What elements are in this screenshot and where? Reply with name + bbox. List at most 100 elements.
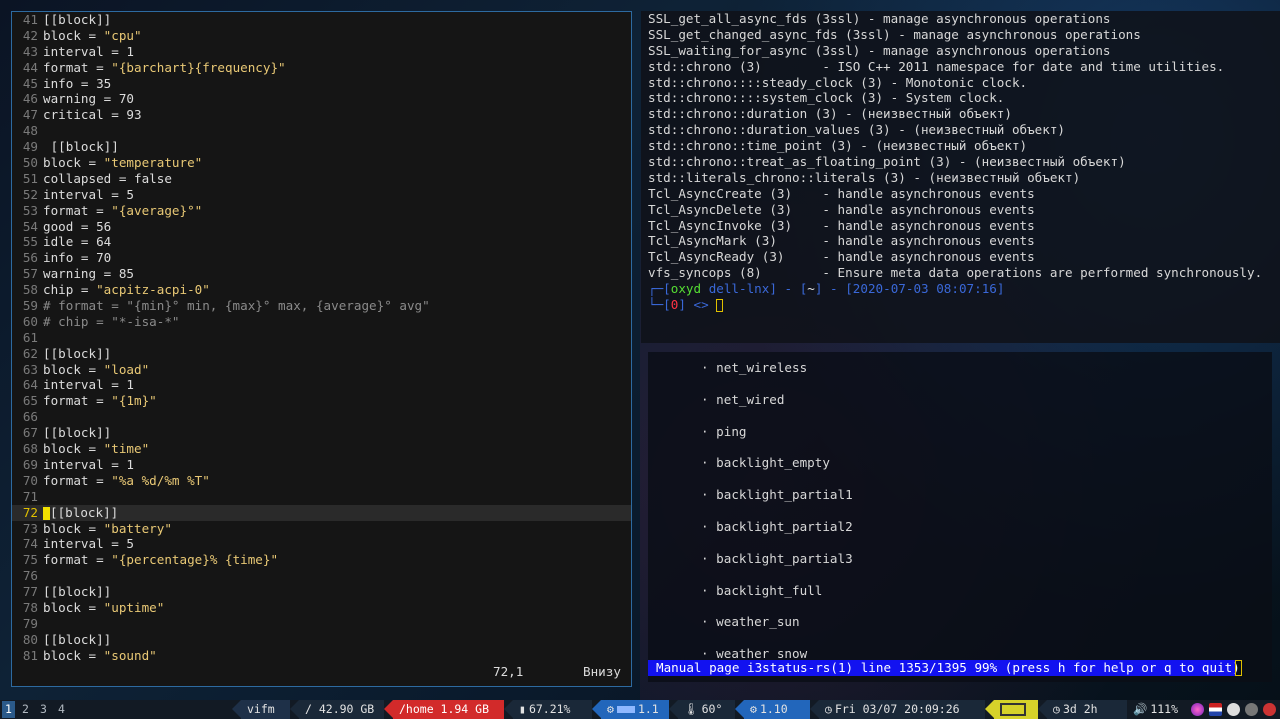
code-line[interactable]: 79	[12, 616, 631, 632]
code-line[interactable]: 68 block = "time"	[12, 441, 631, 457]
manpage-item-label: backlight_partial1	[716, 487, 853, 503]
line-number: 71	[22, 488, 38, 504]
code-text: format =	[43, 393, 112, 409]
code-line[interactable]: 53 format = "{average}°"	[12, 203, 631, 219]
code-line[interactable]: 73 block = "battery"	[12, 521, 631, 537]
disk-root-value: / 42.90 GB	[305, 702, 375, 716]
bluetooth-icon[interactable]	[1245, 703, 1258, 716]
code-text: format =	[43, 202, 112, 218]
code-text: warning = 85	[43, 266, 134, 282]
line-number: 80	[22, 631, 38, 647]
code-line[interactable]: 42 block = "cpu"	[12, 28, 631, 44]
terminal-window[interactable]: SSL_get_all_async_fds (3ssl) - manage as…	[641, 11, 1280, 343]
keyboard-layout-flag-icon[interactable]	[1209, 703, 1222, 716]
code-line[interactable]: 50 block = "temperature"	[12, 155, 631, 171]
code-line[interactable]: 57 warning = 85	[12, 266, 631, 282]
cursor-position: 72,1	[493, 664, 524, 679]
code-line[interactable]: 51 collapsed = false	[12, 171, 631, 187]
manpage-list-item: · backlight_partial2	[701, 519, 853, 534]
bullet-icon: ·	[701, 487, 717, 503]
line-number: 70	[22, 472, 38, 488]
battery-icon	[1000, 703, 1026, 716]
code-line[interactable]: 64 interval = 1	[12, 377, 631, 393]
line-number: 42	[22, 27, 38, 43]
code-text: chip =	[43, 282, 97, 298]
speaker-icon: 🔊	[1133, 702, 1148, 716]
line-number: 56	[22, 250, 38, 266]
code-line[interactable]: 76	[12, 568, 631, 584]
notification-icon[interactable]	[1263, 703, 1276, 716]
code-line[interactable]: 75 format = "{percentage}% {time}"	[12, 552, 631, 568]
vim-editor-window[interactable]: 41 [[block]] 42 block = "cpu" 43 interval = 1…	[11, 11, 632, 687]
code-line[interactable]: 63 block = "load"	[12, 362, 631, 378]
code-line[interactable]: 81 block = "sound"	[12, 648, 631, 664]
prompt-line-2[interactable]: └─[0] <>	[641, 297, 1280, 313]
disk-home-block: /home 1.94 GB	[393, 700, 504, 719]
code-line[interactable]: 54 good = 56	[12, 219, 631, 235]
network-icon[interactable]	[1227, 703, 1240, 716]
code-line[interactable]: 61	[12, 330, 631, 346]
code-string: "acpitz-acpi-0"	[96, 282, 210, 298]
code-line[interactable]: 77 [[block]]	[12, 584, 631, 600]
battery-block	[994, 700, 1038, 719]
workspace-4[interactable]: 4	[55, 701, 68, 718]
code-line[interactable]: 58 chip = "acpitz-acpi-0"	[12, 282, 631, 298]
line-number: 62	[22, 345, 38, 361]
code-line[interactable]: 69 interval = 1	[12, 457, 631, 473]
code-line[interactable]: 70 format = "%a %d/%m %T"	[12, 473, 631, 489]
workspace-2[interactable]: 2	[19, 701, 32, 718]
prompt-host: dell-lnx	[708, 281, 770, 297]
manpage-status: Manual page i3status-rs(1) line 1353/139…	[648, 660, 1240, 676]
code-area[interactable]: 41 [[block]] 42 block = "cpu" 43 interval = 1…	[12, 12, 631, 664]
code-line[interactable]: 78 block = "uptime"	[12, 600, 631, 616]
line-number: 50	[22, 155, 38, 171]
volume-block[interactable]: 🔊 111%	[1127, 700, 1182, 719]
code-line[interactable]: 45 info = 35	[12, 76, 631, 92]
manpage-window[interactable]: · net_wireless · net_wired · ping · backlig…	[648, 352, 1272, 682]
code-line[interactable]: 62 [[block]]	[12, 346, 631, 362]
code-line[interactable]: 49 [[block]]	[12, 139, 631, 155]
editor-statusline: 72,1 Внизу	[12, 664, 631, 680]
clock-icon: ◷	[1053, 702, 1060, 716]
code-string: "load"	[103, 361, 150, 377]
code-line[interactable]: 55 idle = 64	[12, 234, 631, 250]
workspace-3[interactable]: 3	[37, 701, 50, 718]
code-text: critical = 93	[43, 107, 142, 123]
code-line[interactable]: 56 info = 70	[12, 250, 631, 266]
code-line[interactable]: 74 interval = 5	[12, 536, 631, 552]
volume-value: 111%	[1150, 702, 1179, 716]
bullet-icon: ·	[701, 519, 717, 534]
code-line[interactable]: 41 [[block]]	[12, 12, 631, 28]
tray-app-icon[interactable]	[1191, 703, 1204, 716]
code-line[interactable]: 80 [[block]]	[12, 632, 631, 648]
code-line[interactable]: 47 critical = 93	[12, 107, 631, 123]
line-number: 52	[22, 186, 38, 202]
line-number: 57	[22, 266, 38, 282]
manpage-item-label: net_wireless	[716, 360, 808, 375]
code-line[interactable]: 59 # format = "{min}° min, {max}° max, {a…	[12, 298, 631, 314]
load-block: ⚙ 1.10	[744, 700, 810, 719]
code-line[interactable]: 46 warning = 70	[12, 91, 631, 107]
bullet-icon: ·	[701, 455, 717, 471]
code-line[interactable]: 65 format = "{1m}"	[12, 393, 631, 409]
manpage-item-label: backlight_full	[716, 582, 823, 598]
code-line[interactable]: 52 interval = 5	[12, 187, 631, 203]
code-line[interactable]: 44 format = "{barchart}{frequency}"	[12, 60, 631, 76]
separator-arrow	[669, 700, 678, 718]
code-line[interactable]: 48	[12, 123, 631, 139]
terminal-cursor	[716, 299, 724, 313]
line-number: 81	[22, 647, 38, 663]
code-line[interactable]: 67 [[block]]	[12, 425, 631, 441]
code-line[interactable]: 71	[12, 489, 631, 505]
terminal-line: vfs_syncops (8) - Ensure meta data opera…	[648, 265, 1263, 281]
terminal-line: std::chrono (3) - ISO C++ 2011 namespace…	[648, 58, 1225, 74]
code-line[interactable]: 72 [[block]]	[12, 504, 631, 521]
line-number: 72	[22, 504, 38, 520]
code-text: interval = 1	[43, 377, 134, 393]
workspace-1[interactable]: 1	[2, 701, 15, 718]
cpu-icon: ⚙	[607, 702, 614, 716]
code-text: format =	[43, 59, 112, 75]
code-line[interactable]: 66	[12, 409, 631, 425]
code-line[interactable]: 43 interval = 1	[12, 44, 631, 60]
code-line[interactable]: 60 # chip = "*-isa-*"	[12, 314, 631, 330]
